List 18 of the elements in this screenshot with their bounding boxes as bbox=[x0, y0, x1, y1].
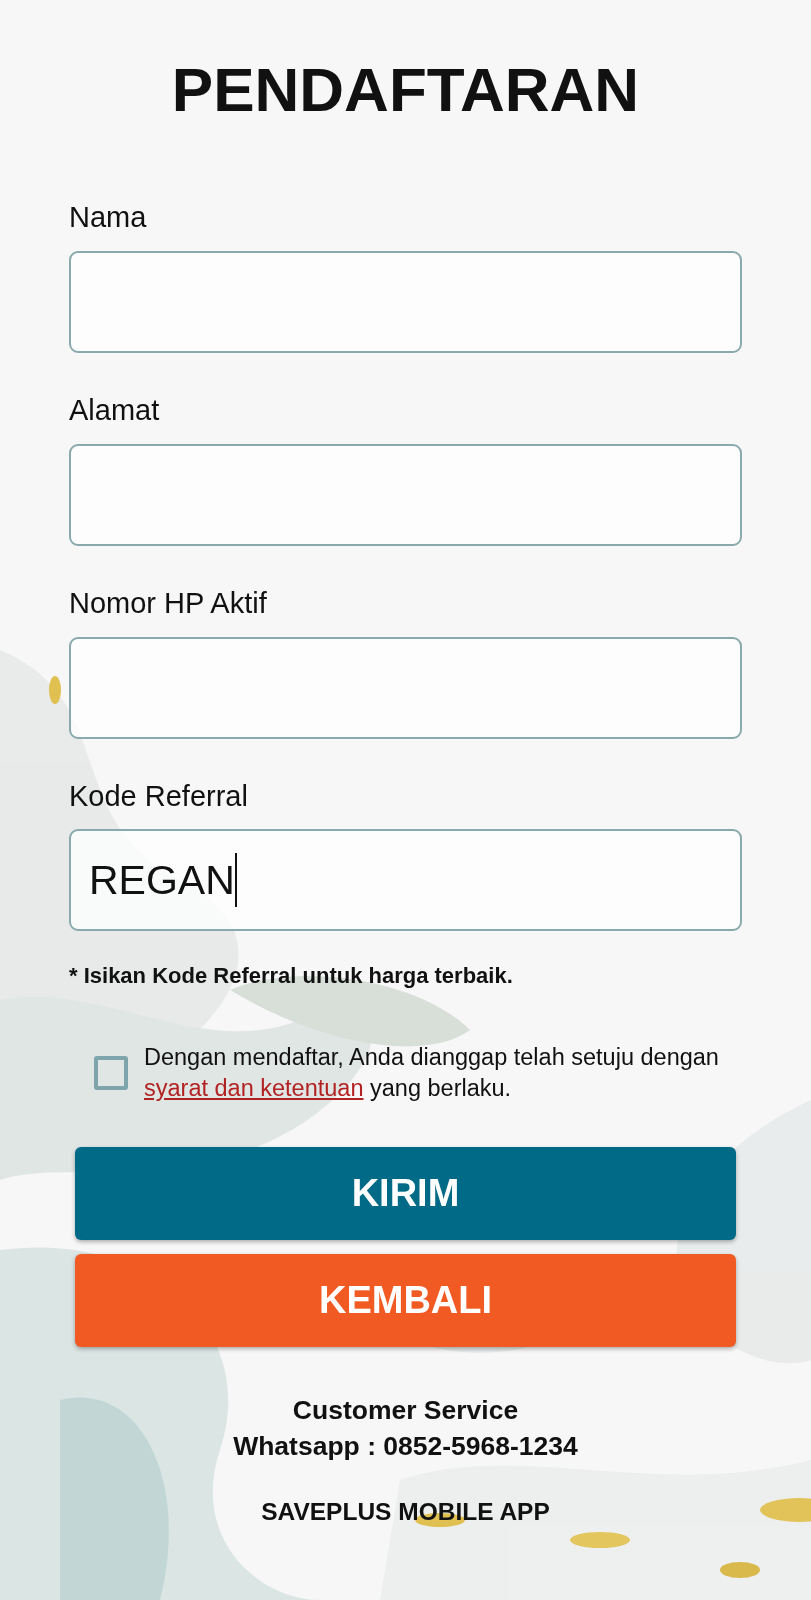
page-title: PENDAFTARAN bbox=[170, 56, 641, 125]
input-field[interactable] bbox=[69, 251, 742, 353]
checkbox[interactable] bbox=[94, 1055, 128, 1090]
hint-text: * Isikan Kode Referral untuk harga terbaik. bbox=[69, 962, 514, 991]
contact-title: Customer Service bbox=[291, 1394, 520, 1428]
input-field[interactable]: REGAN bbox=[69, 829, 742, 932]
field-label: Alamat bbox=[69, 393, 161, 428]
field-label: Nama bbox=[69, 200, 148, 235]
app-name: SAVEPLUS MOBILE APP bbox=[260, 1497, 551, 1527]
consent-text: Dengan mendaftar, Anda dianggap telah setuju dengan syarat dan ketentuan yang berlaku. bbox=[144, 1043, 720, 1103]
input-field[interactable] bbox=[69, 636, 742, 739]
contact-line: Whatsapp : 0852-5968-1234 bbox=[232, 1430, 579, 1464]
field-label: Nomor HP Aktif bbox=[69, 585, 268, 621]
input-field[interactable] bbox=[69, 443, 742, 546]
submit-button[interactable]: KIRIM bbox=[75, 1147, 736, 1241]
terms-link[interactable]: syarat dan ketentuan bbox=[144, 1074, 364, 1101]
field-label: Kode Referral bbox=[69, 778, 249, 814]
back-button[interactable]: KEMBALI bbox=[75, 1254, 736, 1348]
